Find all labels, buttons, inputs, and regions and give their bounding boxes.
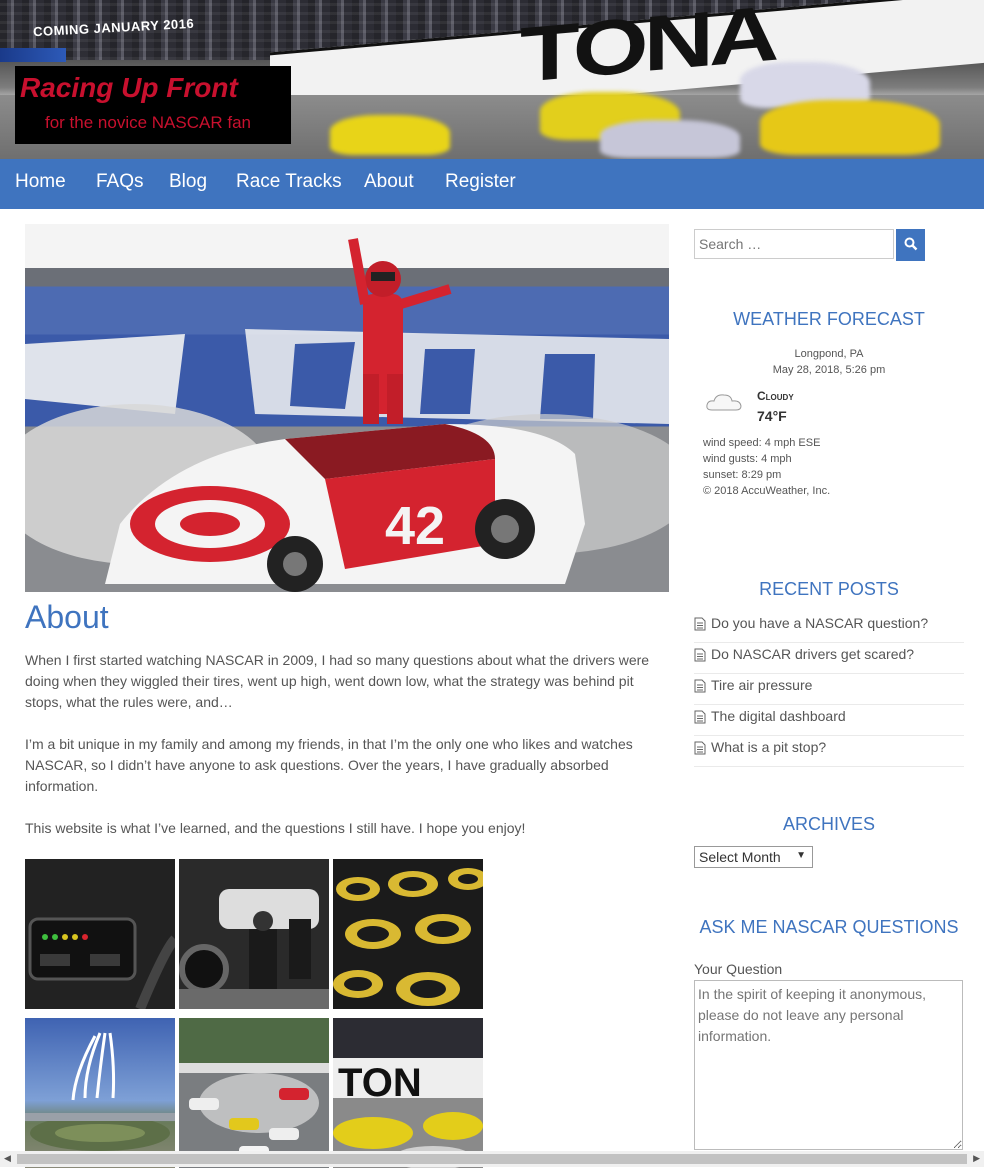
recent-post-item[interactable]: The digital dashboard (694, 704, 964, 736)
weather-datetime: May 28, 2018, 5:26 pm (772, 364, 886, 376)
ask-questions-title: ASK ME NASCAR QUESTIONS (699, 917, 959, 937)
weather-condition: Cloudy (757, 389, 794, 403)
document-icon (694, 710, 706, 724)
about-paragraph: This website is what I’ve learned, and t… (25, 820, 526, 836)
question-textarea[interactable] (694, 980, 963, 1150)
weather-copyright[interactable]: © 2018 AccuWeather, Inc. (703, 485, 830, 497)
page-title: About (25, 599, 109, 635)
nav-blog[interactable]: Blog (169, 171, 207, 193)
banner-wall-lettering: TONA (520, 0, 775, 100)
recent-post-link[interactable]: What is a pit stop? (711, 739, 826, 755)
scroll-left-icon[interactable]: ◀ (4, 1153, 11, 1164)
gallery-thumb-dashboard[interactable] (25, 859, 175, 1009)
nav-home[interactable]: Home (15, 171, 66, 193)
main-nav: Home FAQs Blog Race Tracks About Registe… (0, 159, 984, 209)
site-logo[interactable]: Racing Up Front for the novice NASCAR fa… (15, 66, 291, 144)
svg-text:TON: TON (338, 1061, 422, 1105)
nav-faqs[interactable]: FAQs (96, 171, 144, 193)
banner-car (600, 120, 740, 158)
recent-post-link[interactable]: Do NASCAR drivers get scared? (711, 646, 914, 662)
site-title[interactable]: Racing Up Front (20, 72, 238, 104)
chevron-down-icon: ▼ (796, 850, 806, 861)
recent-post-link[interactable]: Tire air pressure (711, 677, 812, 693)
recent-post-item[interactable]: Do NASCAR drivers get scared? (694, 642, 964, 674)
nav-race-tracks[interactable]: Race Tracks (236, 171, 342, 193)
svg-text:42: 42 (385, 496, 445, 556)
recent-posts-title: RECENT POSTS (759, 579, 899, 599)
document-icon (694, 679, 706, 693)
nav-register[interactable]: Register (445, 171, 516, 193)
banner-car (760, 100, 940, 155)
site-tagline: for the novice NASCAR fan (45, 113, 251, 132)
weather-temp: 74°F (757, 408, 787, 424)
cloud-icon (706, 394, 742, 411)
header-banner: TONA COMING JANUARY 2016 Racing Up Front… (0, 0, 984, 159)
gallery-thumb-flyover[interactable] (25, 1018, 175, 1168)
banner-car (330, 115, 450, 155)
scrollbar-thumb[interactable] (17, 1154, 967, 1164)
weather-sunset: sunset: 8:29 pm (703, 469, 782, 481)
about-paragraph: I’m a bit unique in my family and among … (25, 736, 633, 794)
search-icon (904, 237, 917, 250)
weather-location: Longpond, PA (794, 348, 864, 360)
document-icon (694, 741, 706, 755)
recent-post-item[interactable]: Do you have a NASCAR question? (694, 611, 964, 643)
about-paragraph: When I first started watching NASCAR in … (25, 652, 650, 710)
recent-post-item[interactable]: Tire air pressure (694, 673, 964, 705)
gallery-thumb-pit-stop[interactable] (179, 859, 329, 1009)
archives-select-value: Select Month (699, 849, 781, 865)
archives-title: ARCHIVES (782, 814, 876, 834)
weather-widget-title: WEATHER FORECAST (733, 309, 925, 329)
nav-about[interactable]: About (364, 171, 414, 193)
search-button[interactable] (896, 229, 925, 261)
weather-wind-gusts: wind gusts: 4 mph (703, 453, 792, 465)
recent-post-item[interactable]: What is a pit stop? (694, 735, 964, 767)
gallery-thumb-crash[interactable] (179, 1018, 329, 1168)
recent-post-link[interactable]: The digital dashboard (711, 708, 846, 724)
search-input[interactable] (694, 229, 894, 259)
recent-post-link[interactable]: Do you have a NASCAR question? (711, 615, 928, 631)
horizontal-scrollbar[interactable]: ◀ ▶ (0, 1151, 984, 1167)
gallery-thumb-tires[interactable] (333, 859, 483, 1009)
question-label: Your Question (694, 961, 783, 977)
hero-image: 42 (25, 224, 669, 592)
scroll-right-icon[interactable]: ▶ (973, 1153, 980, 1164)
document-icon (694, 648, 706, 662)
banner-corner-badge (0, 48, 66, 62)
gallery-thumb-daytona[interactable]: TON (333, 1018, 483, 1168)
weather-wind-speed: wind speed: 4 mph ESE (703, 437, 821, 449)
archives-month-select[interactable]: Select Month ▼ (694, 846, 813, 868)
document-icon (694, 617, 706, 631)
